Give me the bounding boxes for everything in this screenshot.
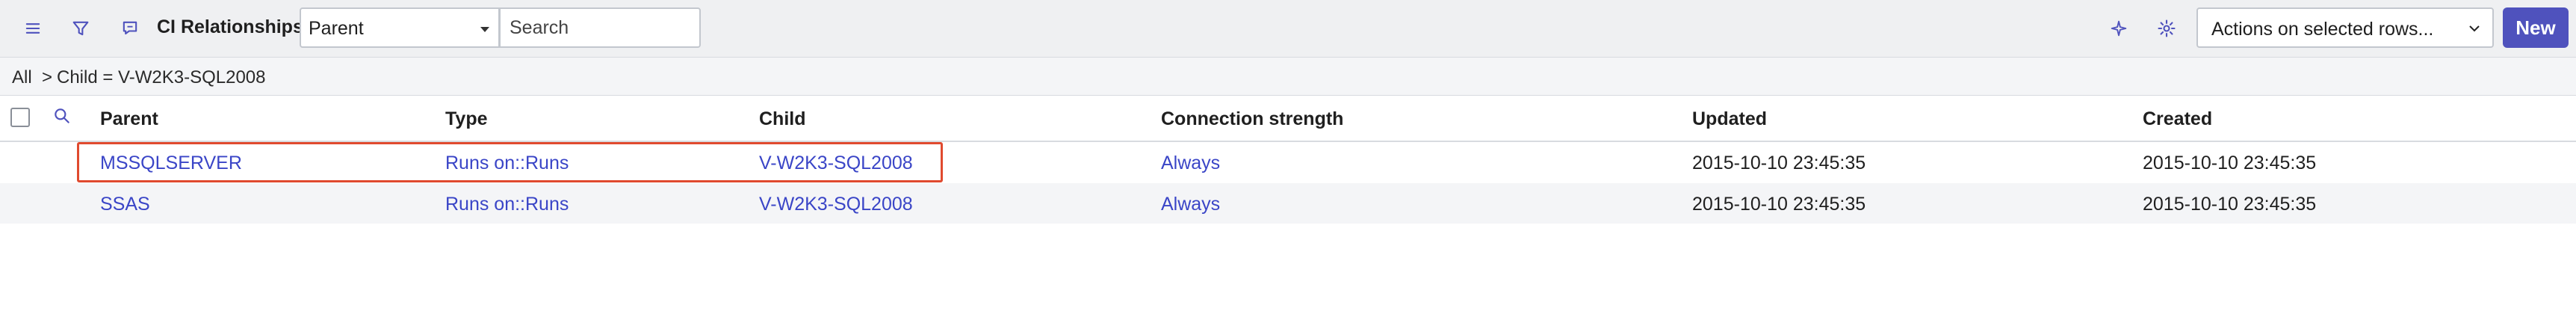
chevron-down-icon [2467, 19, 2482, 41]
actions-select-label: Actions on selected rows... [2211, 19, 2434, 40]
parent-link[interactable]: SSAS [100, 194, 150, 215]
connection-strength-link[interactable]: Always [1161, 153, 1220, 174]
search-icon[interactable] [52, 106, 72, 129]
parent-link[interactable]: MSSQLSERVER [100, 153, 242, 174]
created-value: 2015-10-10 23:45:35 [2143, 194, 2317, 215]
type-link[interactable]: Runs on::Runs [445, 194, 569, 215]
column-header-child[interactable]: Child [759, 108, 806, 130]
child-link[interactable]: V-W2K3-SQL2008 [759, 194, 913, 215]
column-header-type[interactable]: Type [445, 108, 488, 130]
type-link[interactable]: Runs on::Runs [445, 153, 569, 174]
table-row: MSSQLSERVER Runs on::Runs V-W2K3-SQL2008… [0, 142, 2576, 182]
caret-down-icon [480, 27, 489, 32]
gear-icon[interactable] [2152, 13, 2182, 43]
search-field-value: Parent [309, 18, 364, 39]
updated-value: 2015-10-10 23:45:35 [1692, 153, 1866, 173]
breadcrumb: All > Child = V-W2K3-SQL2008 [0, 58, 2576, 96]
comment-icon[interactable] [115, 13, 145, 43]
actions-select[interactable]: Actions on selected rows... [2196, 7, 2494, 48]
column-header-created[interactable]: Created [2143, 108, 2212, 130]
child-link[interactable]: V-W2K3-SQL2008 [759, 153, 913, 174]
breadcrumb-condition[interactable]: Child = V-W2K3-SQL2008 [57, 67, 265, 88]
menu-icon[interactable] [18, 13, 48, 43]
updated-value: 2015-10-10 23:45:35 [1692, 194, 1866, 215]
list-title: CI Relationships [157, 16, 303, 37]
column-header-parent[interactable]: Parent [100, 108, 158, 130]
table-row: SSAS Runs on::Runs V-W2K3-SQL2008 Always… [0, 183, 2576, 224]
connection-strength-link[interactable]: Always [1161, 194, 1220, 215]
select-all-checkbox[interactable] [10, 108, 30, 127]
breadcrumb-separator: > [42, 67, 53, 87]
search-input[interactable] [499, 7, 701, 48]
search-field-select[interactable]: Parent [300, 7, 500, 48]
new-button[interactable]: New [2503, 7, 2569, 48]
table-header: Parent Type Child Connection strength Up… [0, 96, 2576, 142]
column-header-connection-strength[interactable]: Connection strength [1161, 108, 1343, 130]
filter-icon[interactable] [66, 13, 96, 43]
column-header-updated[interactable]: Updated [1692, 108, 1767, 130]
list-header: CI Relationships Parent Actions on selec… [0, 0, 2576, 58]
created-value: 2015-10-10 23:45:35 [2143, 153, 2317, 173]
sparkle-icon[interactable] [2104, 13, 2134, 43]
breadcrumb-all[interactable]: All [12, 67, 32, 88]
